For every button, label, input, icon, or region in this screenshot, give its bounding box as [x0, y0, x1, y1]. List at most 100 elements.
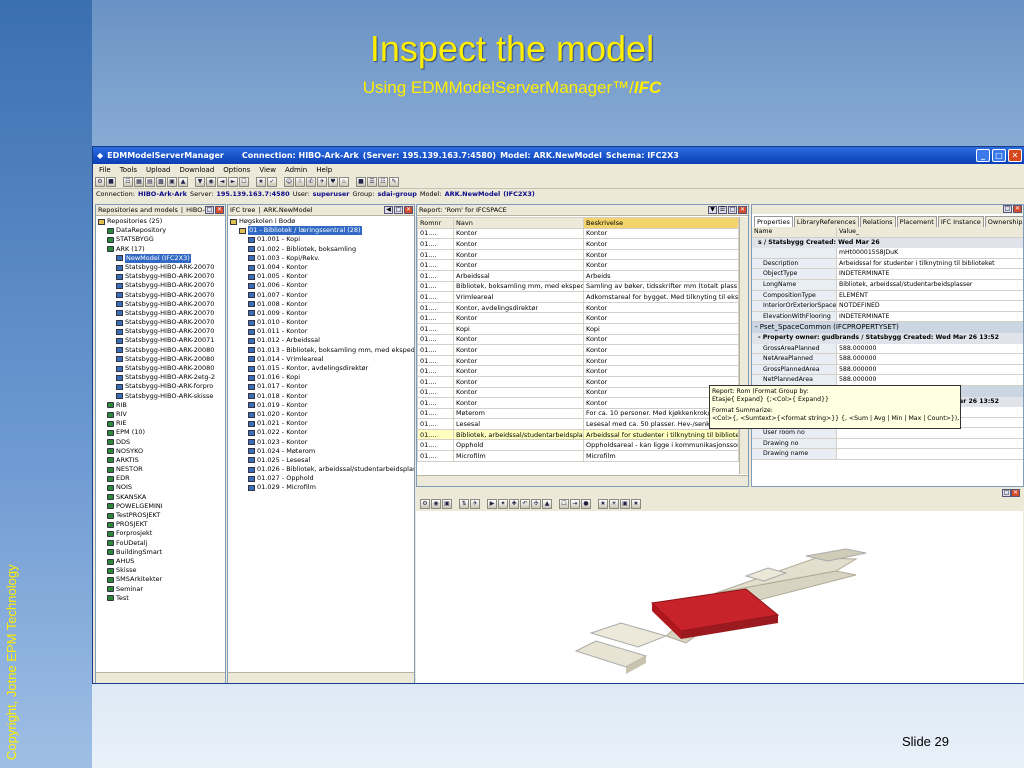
tab-properties[interactable]: Properties [754, 216, 793, 227]
tree-item[interactable]: Statsbygg-HIBO-ARK-20071 [96, 336, 225, 345]
toolbar-tool-icon[interactable]: ▼ [195, 177, 205, 187]
tree-item[interactable]: 01.016 - Kopi [228, 373, 414, 382]
tree-item[interactable]: NOSYKO [96, 447, 225, 456]
report-table[interactable]: Romnr Navn Beskrivelse 01.... Kontor Kontor 01… [417, 217, 739, 462]
tab-ownership[interactable]: Ownership [984, 216, 1023, 227]
tree-item[interactable]: 01.008 - Kontor [228, 300, 414, 309]
tree-item[interactable]: SKANSKA [96, 493, 225, 502]
tree-item[interactable]: Statsbygg-HIBO-ARK-20070 [96, 263, 225, 272]
tree-item[interactable]: 01.006 - Kontor [228, 281, 414, 290]
toolbar-tool-icon[interactable]: ★ [256, 177, 266, 187]
table-row[interactable]: 01.... Opphold Oppholdsareal - kan ligge i… [417, 439, 739, 452]
property-row[interactable]: InteriorOrExteriorSpace NOTDEFINED [752, 301, 1023, 312]
menu-tools[interactable]: Tools [120, 166, 137, 174]
3d-model-viewer[interactable] [416, 511, 1023, 683]
menu-help[interactable]: Help [316, 166, 332, 174]
tree-item[interactable]: TestPROSJEKT [96, 511, 225, 520]
tree-item[interactable]: 01.017 - Kontor [228, 382, 414, 391]
viewer-tool-icon[interactable]: ● [581, 499, 591, 509]
viewer-tool-icon[interactable]: ✚ [509, 499, 519, 509]
tree-item[interactable]: Seminar [96, 585, 225, 594]
property-row[interactable]: GrossPlannedArea 588.000000 [752, 364, 1023, 376]
property-row[interactable]: LongName Bibliotek, arbeidssal/studentarb… [752, 279, 1023, 291]
table-row[interactable]: 01.... Kontor, avdelingsdirektør Kontor [417, 301, 739, 314]
table-row[interactable]: 01.... Kontor Kontor [417, 333, 739, 346]
menu-admin[interactable]: Admin [285, 166, 307, 174]
tab-libraryreferences[interactable]: LibraryReferences [793, 216, 859, 227]
panel-close-icon[interactable]: ✕ [1013, 205, 1022, 213]
toolbar-tool-icon[interactable]: ► [228, 177, 238, 187]
panel-restore-icon[interactable]: □ [1002, 489, 1011, 497]
column-header-navn[interactable]: Navn [453, 217, 584, 229]
table-row[interactable]: 01.... Kontor Kontor [417, 259, 739, 271]
table-row[interactable]: 01.... Arbeidssal Arbeids [417, 269, 739, 282]
toolbar-tool-icon[interactable]: ◉ [206, 177, 216, 187]
tree-item[interactable]: 01.019 - Kontor [228, 401, 414, 410]
menu-upload[interactable]: Upload [146, 166, 171, 174]
window-titlebar[interactable]: ◆ EDMModelServerManager Connection: HIBO… [93, 147, 1024, 164]
property-row[interactable]: Drawing name [752, 449, 1023, 461]
menu-download[interactable]: Download [180, 166, 215, 174]
toolbar-tool-icon[interactable]: ▤ [145, 177, 155, 187]
tree-item[interactable]: FoUDetalj [96, 539, 225, 548]
tree-item[interactable]: Statsbygg-HIBO-ARK-20070 [96, 327, 225, 336]
tree-item[interactable]: 01.022 - Kontor [228, 428, 414, 437]
tree-item[interactable]: Repositories (25) [96, 217, 225, 226]
panel-close-icon[interactable]: ✕ [1011, 489, 1020, 497]
tree-item[interactable]: RIV [96, 410, 225, 419]
menu-file[interactable]: File [99, 166, 111, 174]
table-row[interactable]: 01.... Kontor Kontor [417, 248, 739, 261]
tree-item[interactable]: SMSArkitekter [96, 575, 225, 584]
property-set-header[interactable]: - Pset_SpaceCommon (IFCPROPERTYSET) [752, 322, 1023, 333]
tree-item[interactable]: DDS [96, 438, 225, 447]
viewer-tool-icon[interactable]: ▲ [542, 499, 552, 509]
tree-item[interactable]: 01.015 - Kontor, avdelingsdirektør [228, 364, 414, 373]
viewer-tool-icon[interactable]: ✣ [531, 499, 541, 509]
ifc-hscrollbar[interactable] [228, 672, 414, 683]
table-row[interactable]: 01.... Microfilm Microfilm [417, 450, 739, 462]
table-row[interactable]: 01.... Kopi Kopi [417, 322, 739, 335]
toolbar-tool-icon[interactable]: ♨ [339, 177, 349, 187]
tree-item[interactable]: Statsbygg-HIBO-ARK-2etg-2 [96, 373, 225, 382]
tree-item[interactable]: NOIS [96, 483, 225, 492]
toolbar-tool-icon[interactable]: ✈ [317, 177, 327, 187]
table-row[interactable]: 01.... Kontor Kontor [417, 365, 739, 377]
tree-item[interactable]: Statsbygg-HIBO-ARK-20080 [96, 355, 225, 364]
report-filter-icon[interactable]: ▼ [708, 206, 717, 214]
report-hscrollbar[interactable] [417, 475, 748, 486]
panel-pin-icon[interactable]: ◀ [384, 206, 393, 214]
tree-item[interactable]: 01.014 - Vrimleareal [228, 355, 414, 364]
property-row[interactable]: CompositionType ELEMENT [752, 290, 1023, 302]
tree-item[interactable]: 01.027 - Opphold [228, 474, 414, 483]
tree-item[interactable]: Statsbygg-HIBO-ARK-forpro [96, 382, 225, 391]
toolbar-tool-icon[interactable]: ✓ [267, 177, 277, 187]
property-row[interactable]: NetAreaPlanned 588.000000 [752, 354, 1023, 365]
viewer-tool-icon[interactable]: ▣ [620, 499, 630, 509]
tree-item[interactable]: Statsbygg-HIBO-ARK-20080 [96, 364, 225, 373]
tree-item[interactable]: 01.010 - Kontor [228, 318, 414, 327]
table-row[interactable]: 01.... Kontor Kontor [417, 238, 739, 250]
toolbar-tool-icon[interactable]: ■ [106, 177, 116, 187]
tree-item[interactable]: Statsbygg-HIBO-ARK-20070 [96, 272, 225, 281]
viewer-tool-icon[interactable]: ↶ [520, 499, 530, 509]
tree-item[interactable]: EPM (10) [96, 428, 225, 437]
close-icon[interactable]: ✕ [1008, 149, 1022, 162]
table-row[interactable]: 01.... Kontor Kontor [417, 312, 739, 324]
tree-item[interactable]: 01.005 - Kontor [228, 272, 414, 281]
viewer-tool-icon[interactable]: ⚙ [420, 499, 430, 509]
panel-close-icon[interactable]: ✕ [404, 206, 413, 214]
table-row[interactable]: 01.... Møterom For ca. 10 personer. Med kj… [417, 407, 739, 420]
table-row[interactable]: 01.... Bibliotek, arbeidssal/studentarbei… [417, 428, 739, 441]
table-row[interactable]: 01.... Lesesal Lesesal med ca. 50 plasser.… [417, 418, 739, 430]
tree-item[interactable]: NESTOR [96, 465, 225, 474]
viewer-tool-icon[interactable]: ▣ [442, 499, 452, 509]
table-row[interactable]: 01.... Kontor Kontor [417, 227, 739, 240]
toolbar-tool-icon[interactable]: ☷ [378, 177, 388, 187]
column-header-romnr[interactable]: Romnr [417, 217, 454, 229]
viewer-tool-icon[interactable]: ◉ [431, 499, 441, 509]
property-row[interactable]: mHt000015S8JDuK [752, 248, 1023, 259]
tree-item[interactable]: Statsbygg-HIBO-ARK-20070 [96, 281, 225, 290]
viewer-tool-icon[interactable]: ✦ [498, 499, 508, 509]
toolbar-tool-icon[interactable]: ▦ [134, 177, 144, 187]
table-row[interactable]: 01.... Kontor Kontor [417, 344, 739, 356]
